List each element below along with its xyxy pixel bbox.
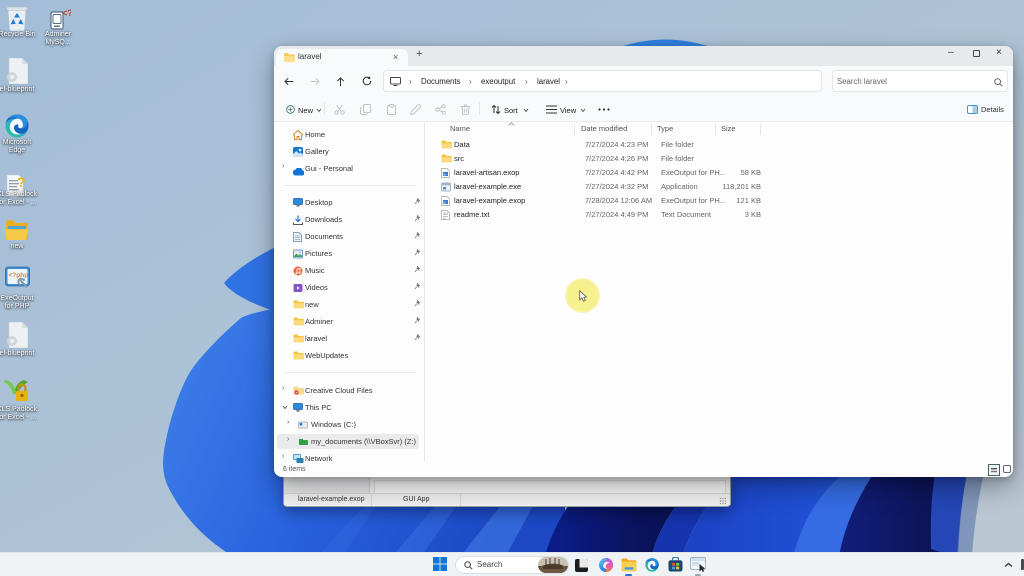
svg-text:?: ? — [17, 174, 26, 190]
svg-text:<?php: <?php — [9, 272, 29, 279]
svg-text:<?: <? — [62, 8, 71, 18]
